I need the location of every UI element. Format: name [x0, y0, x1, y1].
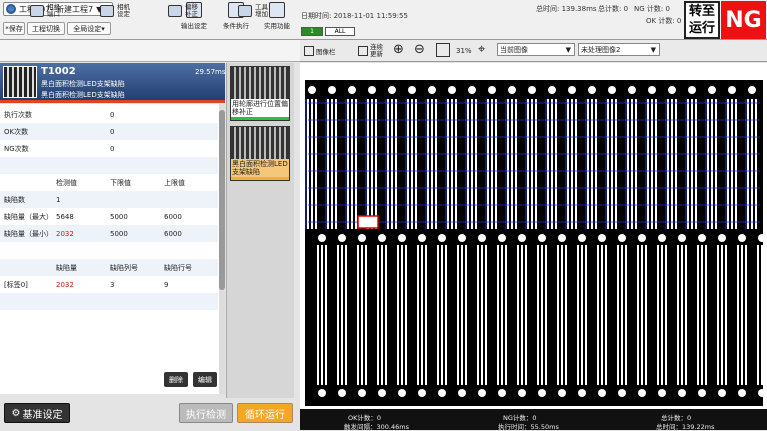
- tool-details-panel: 执行次数 0 OK次数 0 NG次数 0 检测值 下限值 上限值 缺陷数 1 缺陷量（最大）…: [0, 104, 221, 394]
- flow-thumbnail: [231, 67, 289, 99]
- chevron-down-icon: ▼: [565, 45, 571, 54]
- go-to-run-button[interactable]: 转至运行: [684, 1, 720, 39]
- tool-name-sub: 黑白面积检测LED支架缺陷: [41, 91, 125, 99]
- flow-status-bar: [231, 117, 289, 120]
- tool-add-icon: [238, 5, 252, 17]
- total-time: 总时间: 139.38ms: [536, 5, 597, 13]
- chevron-down-icon: ▼: [650, 45, 656, 54]
- save-button[interactable]: *保存: [3, 22, 25, 35]
- flow-column: 用轮廓进行位置偏移补正 黑白面积检测LED支架缺陷: [226, 63, 294, 398]
- output-settings-label: 输出设定: [181, 22, 207, 30]
- offset-label: 偏移 补正: [185, 3, 198, 18]
- conditional-exec-label: 条件执行: [223, 22, 249, 30]
- tool-time: 29.57ms: [195, 68, 226, 76]
- camera-port-label: 相机 端口: [47, 3, 60, 18]
- edit-button[interactable]: 编辑: [193, 372, 217, 387]
- camera-port-button[interactable]: 相机 端口: [30, 1, 60, 21]
- camera-settings-label: 相机 设定: [117, 3, 130, 18]
- inspection-image[interactable]: [300, 63, 767, 409]
- continuous-update-label: 连续 更新: [370, 43, 383, 58]
- global-settings-button[interactable]: 全局设定 ▾: [67, 22, 111, 35]
- camera-icon: [30, 5, 44, 17]
- ok-count: OK 计数: 0: [646, 17, 682, 25]
- flow-item[interactable]: 用轮廓进行位置偏移补正: [230, 66, 290, 121]
- zoom-level: 31%: [456, 47, 472, 55]
- delete-button[interactable]: 删除: [164, 372, 188, 387]
- crosshair-icon[interactable]: ⌖: [478, 42, 485, 57]
- scroll-thumb[interactable]: [219, 110, 225, 290]
- stats-footer: OK计数：0 NG计数：0 总计数：0 触发间隔：300.46ms 执行时间：5…: [300, 409, 767, 431]
- gear-icon: [6, 4, 16, 14]
- execute-inspection-button[interactable]: 执行检测: [179, 403, 233, 423]
- tool-name: 黑白面积检测LED支架缺陷: [41, 80, 125, 88]
- camera-settings-icon: [100, 5, 114, 17]
- loop-run-button[interactable]: 循环运行: [237, 403, 293, 423]
- measure-row: 缺陷量（最大） 5648 5000 6000: [4, 212, 182, 221]
- camera-settings-button[interactable]: 相机 设定: [100, 1, 130, 21]
- channel-chip-1[interactable]: 1: [301, 27, 323, 36]
- tool-add-label: 工具 增加: [255, 3, 268, 18]
- measure-row: 缺陷量（最小） 2032 5000 6000: [0, 225, 218, 242]
- flow-item-selected[interactable]: 黑白面积检测LED支架缺陷: [230, 126, 290, 181]
- stat-row: 执行次数 0: [4, 110, 115, 119]
- offset-button[interactable]: 偏移 补正: [168, 1, 198, 21]
- offset-icon: [168, 5, 182, 17]
- led-frame-image: [305, 80, 767, 406]
- utilities-label: 实用功能: [264, 22, 290, 30]
- gallery-icon: [304, 46, 314, 56]
- measure-row: 缺陷数 1: [0, 191, 218, 208]
- image-select-value: 当前图像: [500, 45, 528, 54]
- ng-count: NG 计数: 0: [634, 5, 670, 13]
- image-select[interactable]: 当前图像 ▼: [497, 43, 575, 56]
- flow-thumbnail: [231, 127, 289, 159]
- process-select[interactable]: 未处理图像2 ▼: [578, 43, 660, 56]
- continuous-update-button[interactable]: 连续 更新: [358, 42, 383, 60]
- defect-row[interactable]: [标签0] 2032 3 9: [0, 276, 218, 293]
- details-scrollbar[interactable]: [219, 104, 225, 394]
- tool-add-button[interactable]: 工具 增加: [238, 1, 268, 21]
- base-settings-label: 基准设定: [22, 409, 63, 421]
- tools-icon: [269, 2, 285, 18]
- gallery-button[interactable]: 图像栏: [304, 42, 336, 60]
- flow-status-bar: [231, 177, 289, 180]
- chevron-down-icon: ▾: [101, 24, 105, 33]
- ng-badge: NG: [721, 1, 766, 39]
- total-count: 总计数: 0: [598, 5, 629, 13]
- fit-icon[interactable]: [436, 43, 450, 57]
- gear-icon: ⚙: [11, 407, 21, 419]
- measure-header: 检测值 下限值 上限值: [56, 178, 185, 187]
- gallery-label: 图像栏: [316, 48, 336, 56]
- tool-thumbnail: [3, 66, 37, 98]
- datetime: 日期时间: 2018-11-01 11:59:55: [301, 12, 408, 20]
- tool-id: T1002: [41, 66, 76, 77]
- channel-chip-all[interactable]: ALL: [325, 27, 355, 36]
- stat-row: NG次数 0: [4, 144, 115, 153]
- defect-header: 缺陷量 缺陷列号 缺陷行号: [0, 259, 218, 276]
- zoom-out-icon[interactable]: ⊖: [414, 42, 425, 57]
- section-toolbar: [0, 40, 300, 62]
- process-select-value: 未处理图像2: [581, 45, 621, 54]
- stat-row: OK次数 0: [0, 123, 218, 140]
- base-settings-button[interactable]: ⚙ 基准设定: [4, 403, 70, 423]
- global-settings-label: 全局设定: [73, 24, 102, 33]
- refresh-icon: [358, 46, 368, 56]
- zoom-in-icon[interactable]: ⊕: [393, 42, 404, 57]
- project-switch-button[interactable]: 工程切换: [27, 22, 65, 35]
